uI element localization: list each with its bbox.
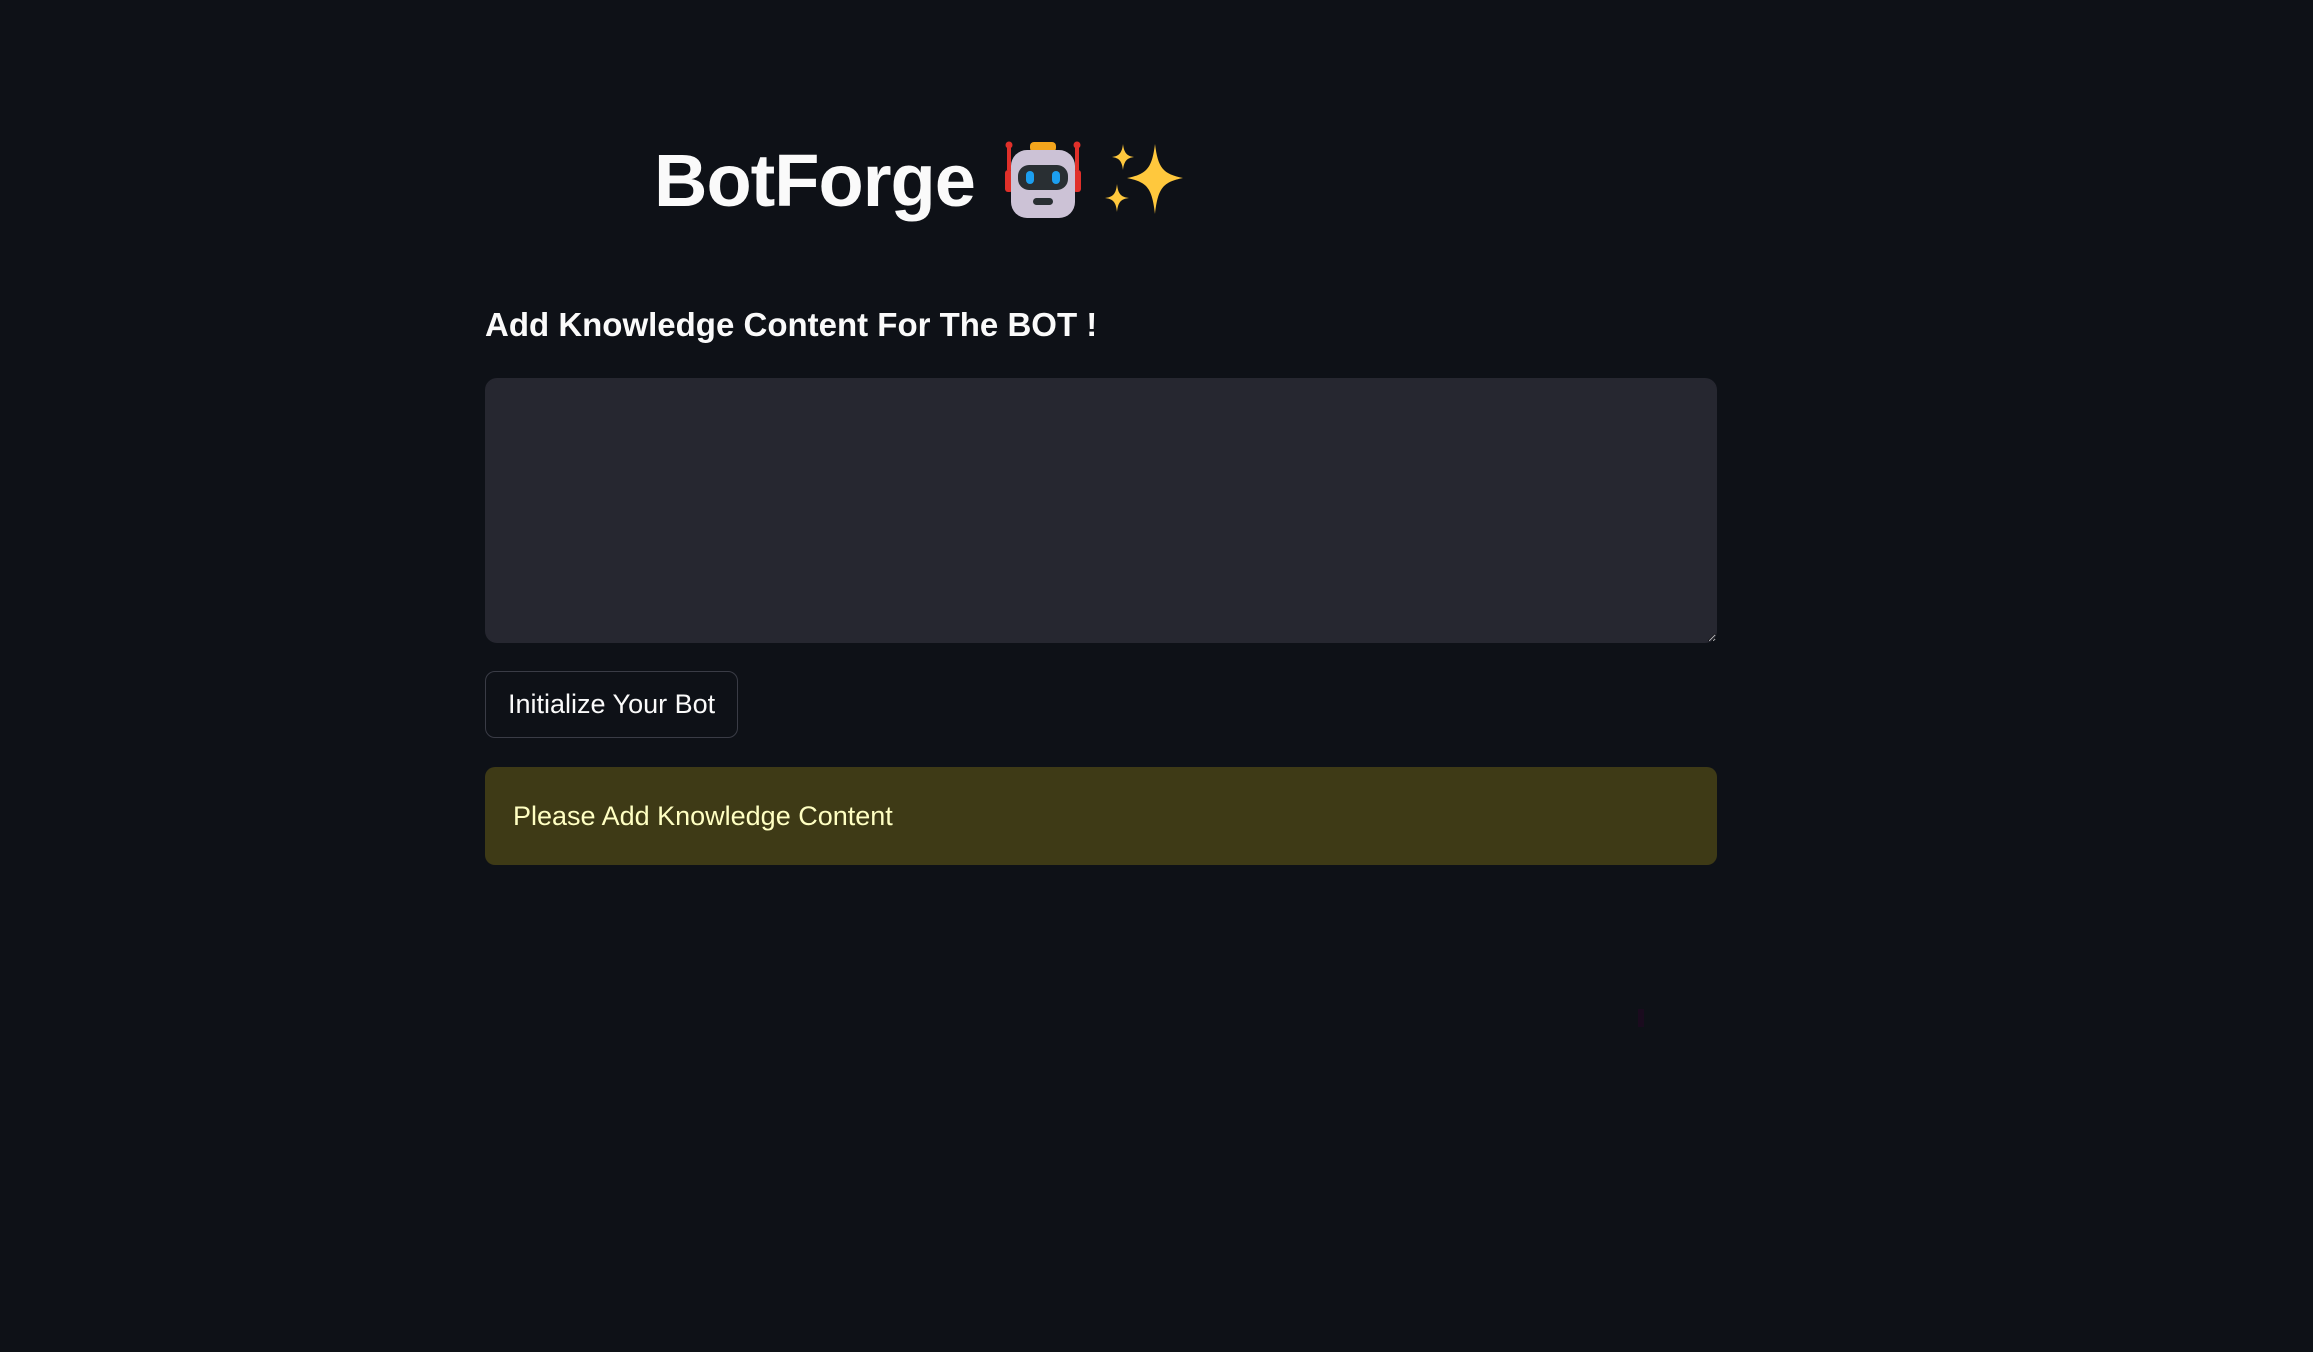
page-title: BotForge [654, 138, 976, 222]
warning-alert-message: Please Add Knowledge Content [513, 800, 893, 831]
app-root: BotForge Add Knowledge Content For The B… [0, 0, 2313, 1352]
robot-icon [1003, 140, 1083, 220]
initialize-bot-button[interactable]: Initialize Your Bot [485, 671, 739, 738]
page-title-row: BotForge [654, 130, 1187, 230]
knowledge-content-textarea[interactable] [485, 378, 1717, 643]
knowledge-heading: Add Knowledge Content For The BOT ! [485, 306, 1098, 343]
mouse-cursor [1638, 1009, 1644, 1027]
warning-alert: Please Add Knowledge Content [485, 767, 1717, 865]
sparkles-icon [1103, 138, 1187, 222]
